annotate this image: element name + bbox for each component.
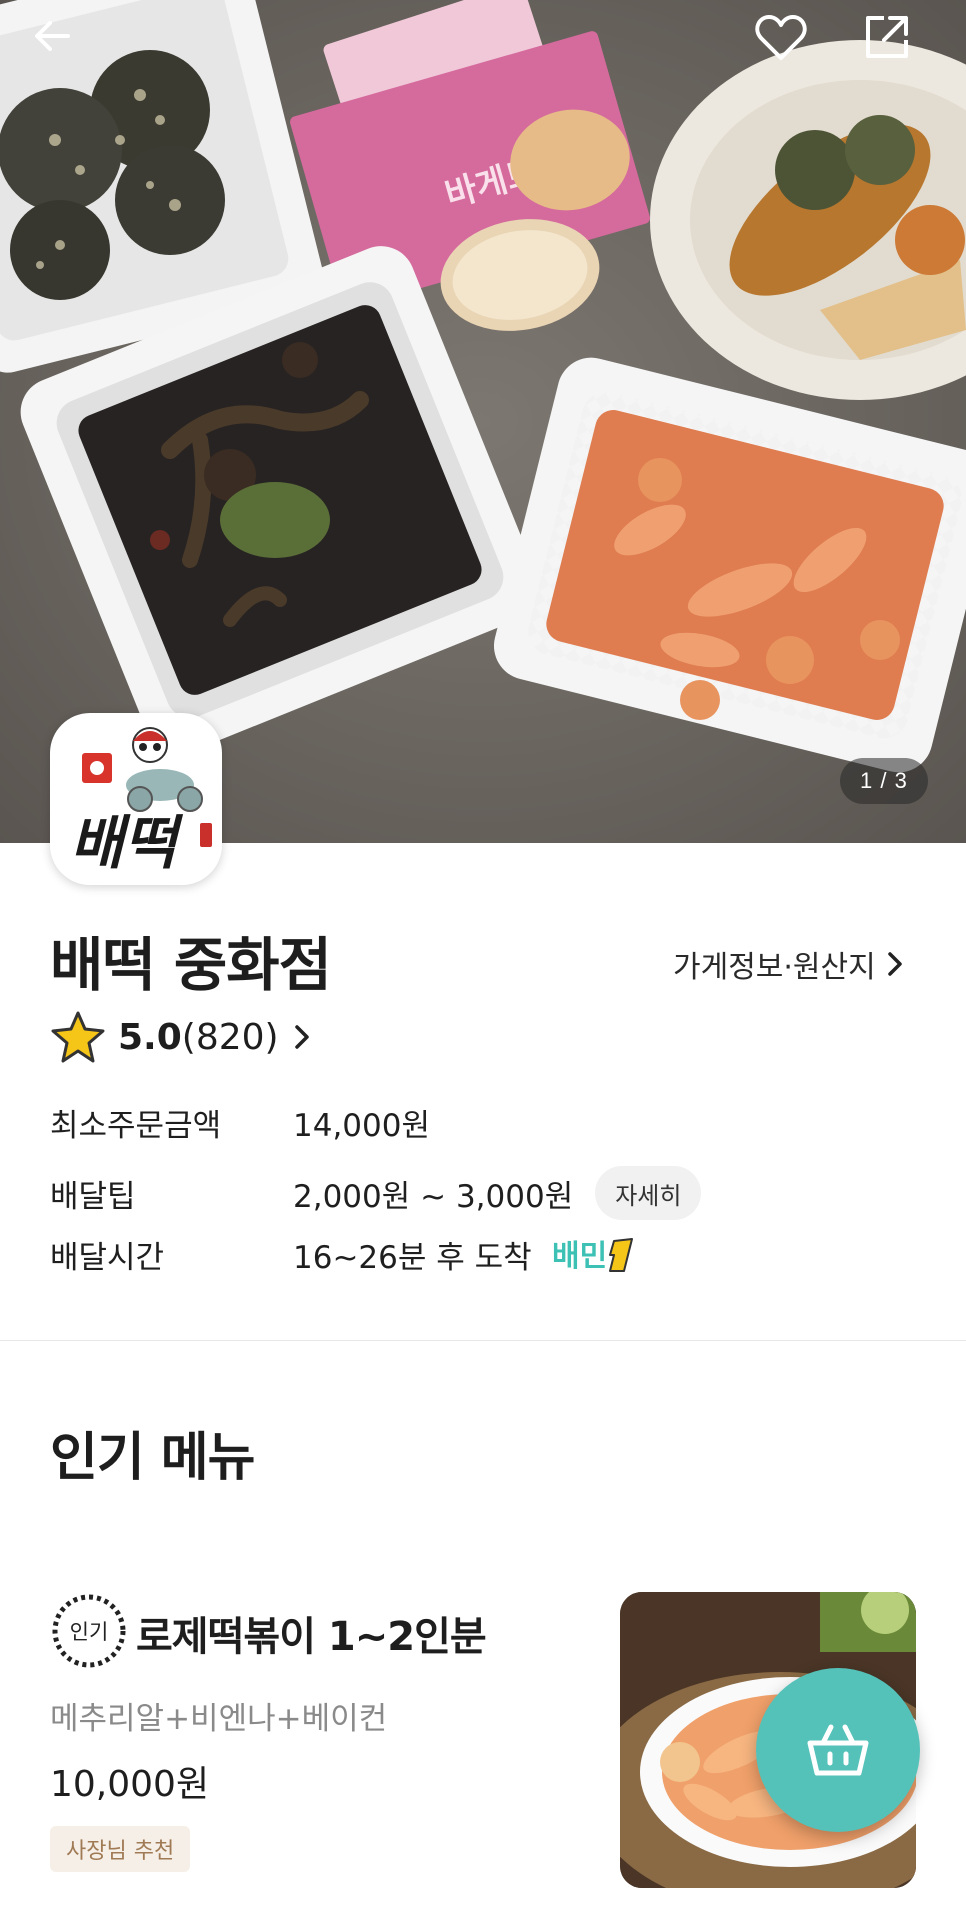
store-logo-mascot: 배떡 [70, 727, 212, 877]
min-order-value: 14,000원 [293, 1108, 430, 1144]
fried-basket [650, 40, 966, 400]
baemin1-badge: 배민 [550, 1235, 640, 1275]
baemin-badge-text: 배민 [552, 1239, 607, 1274]
baemin1-logo: 배민 [552, 1237, 633, 1274]
min-order-label: 최소주문금액 [50, 1108, 222, 1144]
store-info-link[interactable]: 가게정보·원산지 [673, 942, 904, 986]
popular-badge: 인기 [52, 1594, 126, 1668]
delivery-time-row: 배달시간 16~26분 후 도착 배민 [50, 1232, 640, 1277]
delivery-tip-label: 배달팁 [50, 1178, 136, 1215]
share-icon [866, 16, 908, 58]
rose-tteokbokki-tray [493, 357, 966, 773]
shopping-basket-icon [807, 1724, 869, 1776]
menu-price: 10,000원 [50, 1764, 210, 1805]
store-logo: 배떡 [50, 713, 222, 885]
delivery-time-label: 배달시간 [50, 1240, 165, 1276]
cart-button[interactable] [756, 1668, 920, 1832]
chevron-right-icon [888, 952, 902, 976]
favorite-button[interactable] [755, 14, 825, 84]
store-logo-text: 배떡 [70, 809, 183, 877]
review-count: (820) [181, 1016, 279, 1058]
section-divider [0, 1340, 966, 1341]
heart-icon [755, 15, 807, 60]
back-arrow-icon [35, 21, 70, 51]
popular-badge-text: 인기 [70, 1620, 109, 1644]
star-icon [51, 1011, 105, 1063]
tip-detail-button[interactable]: 자세히 [595, 1166, 702, 1220]
menu-description: 메추리알+비엔나+베이컨 [50, 1701, 388, 1737]
share-button[interactable] [864, 14, 934, 84]
store-info-link-label: 가게정보·원산지 [673, 950, 876, 985]
store-name: 배떡 중화점 [50, 931, 332, 999]
popular-menu-title: 인기 메뉴 [50, 1428, 255, 1488]
rating-link[interactable]: 5.0 (820) [50, 1010, 311, 1064]
delivery-tip-row: 배달팁 2,000원 ~ 3,000원 자세히 [50, 1166, 702, 1220]
rating-score: 5.0 [118, 1016, 182, 1058]
delivery-tip-value: 2,000원 ~ 3,000원 [293, 1178, 574, 1215]
min-order-row: 최소주문금액 14,000원 [50, 1100, 430, 1145]
back-button[interactable] [30, 14, 100, 84]
menu-name: 로제떡볶이 1~2인분 [136, 1614, 487, 1660]
image-counter: 1 / 3 [840, 758, 928, 804]
chevron-right-icon [294, 1025, 309, 1049]
owner-recommend-tag: 사장님 추천 [50, 1826, 191, 1872]
delivery-time-value: 16~26분 후 도착 [293, 1240, 532, 1276]
